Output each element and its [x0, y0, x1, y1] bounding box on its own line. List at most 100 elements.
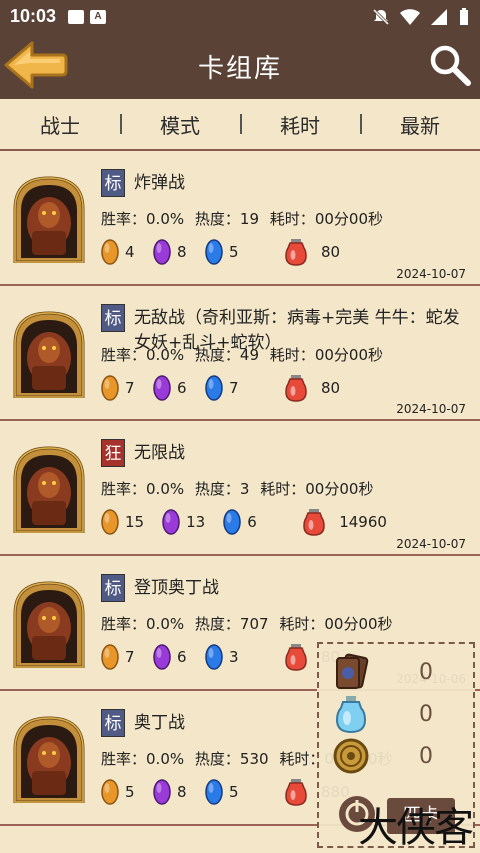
- arrow-left-icon: [4, 41, 68, 89]
- popularity-label: 热度：: [194, 615, 240, 633]
- deck-row[interactable]: 标 无敌战（奇利亚斯：病毒+完美 牛牛：蛇发女妖+乱斗+蛇软） 胜率：0.0% …: [0, 286, 480, 421]
- winrate-value: 0.0%: [146, 480, 185, 498]
- winrate-label: 胜率：: [101, 480, 147, 498]
- legendary-gem-icon: [101, 375, 119, 401]
- deck-date: 2024-10-07: [396, 537, 466, 551]
- epic-count: 6: [177, 379, 187, 397]
- dust-cost: 80: [321, 243, 341, 261]
- cards-count: 0: [419, 659, 433, 685]
- epic-gem-icon: [153, 375, 171, 401]
- dust-jar-icon: [285, 375, 307, 402]
- legendary-gem-icon: [101, 239, 119, 265]
- hero-portrait: [12, 175, 86, 264]
- rare-gem-icon: [205, 239, 223, 265]
- rare-gem-icon: [205, 375, 223, 401]
- mute-icon: [372, 8, 390, 25]
- image-notification-icon: [68, 9, 85, 24]
- popularity-label: 热度：: [194, 210, 240, 228]
- deck-name: 无限战: [134, 443, 185, 463]
- clock: 10:03: [10, 6, 57, 26]
- filter-latest[interactable]: 最新: [360, 110, 480, 139]
- rarity-counts: 5 8 5 880: [101, 778, 350, 806]
- rare-count: 5: [229, 243, 239, 261]
- rare-gem-icon: [205, 779, 223, 805]
- deck-date: 2024-10-07: [396, 402, 466, 416]
- rare-count: 6: [247, 513, 257, 531]
- search-button[interactable]: [428, 43, 472, 87]
- dust-count: 0: [419, 701, 433, 727]
- rarity-counts: 4 8 5 80: [101, 238, 340, 266]
- dust-jar-icon: [285, 644, 307, 671]
- dust-cost: 14960: [339, 513, 387, 531]
- popularity-value: 530: [239, 750, 269, 768]
- warrior-portrait-icon: [13, 581, 85, 669]
- gold-coin-icon: [333, 738, 369, 774]
- popularity-value: 3: [239, 480, 250, 498]
- cards-row: 0: [331, 652, 461, 692]
- epic-count: 6: [177, 648, 187, 666]
- deck-stats: 胜率：0.0% 热度：3 耗时：00分00秒: [101, 478, 373, 499]
- dust-jar-icon: [303, 509, 325, 536]
- deck-date: 2024-10-07: [396, 267, 466, 281]
- dust-jar-icon: [285, 779, 307, 806]
- filter-duration[interactable]: 耗时: [240, 110, 360, 139]
- winrate-label: 胜率：: [101, 210, 147, 228]
- card-back-icon: [336, 653, 369, 689]
- deck-row[interactable]: 狂 无限战 胜率：0.0% 热度：3 耗时：00分00秒 15 13 6 149…: [0, 421, 480, 556]
- battery-icon: [460, 7, 468, 25]
- duration-value: 00分00秒: [314, 346, 383, 364]
- rare-gem-icon: [205, 644, 223, 670]
- watermark: 大侠客: [358, 805, 474, 851]
- filter-class[interactable]: 战士: [0, 110, 120, 139]
- duration-value: 00分00秒: [324, 615, 393, 633]
- warrior-portrait-icon: [13, 176, 85, 264]
- epic-gem-icon: [162, 509, 180, 535]
- winrate-label: 胜率：: [101, 346, 147, 364]
- legendary-gem-icon: [101, 509, 119, 535]
- epic-count: 13: [186, 513, 206, 531]
- gold-row: 0: [331, 736, 461, 776]
- legendary-gem-icon: [101, 779, 119, 805]
- format-badge: 狂: [101, 439, 125, 467]
- app-bar: 卡组库: [0, 33, 480, 99]
- epic-gem-icon: [153, 239, 171, 265]
- rare-count: 7: [229, 379, 239, 397]
- deck-name: 炸弹战: [134, 173, 185, 193]
- rarity-counts: 7 6 7 80: [101, 374, 340, 402]
- epic-gem-icon: [153, 779, 171, 805]
- legendary-count: 7: [125, 379, 135, 397]
- warrior-portrait-icon: [13, 311, 85, 399]
- gold-count: 0: [419, 743, 433, 769]
- format-badge: 标: [101, 709, 125, 737]
- popularity-label: 热度：: [194, 750, 240, 768]
- deck-stats: 胜率：0.0% 热度：49 耗时：00分00秒: [101, 344, 383, 365]
- dust-row: 0: [331, 694, 461, 734]
- wifi-icon: [400, 8, 420, 25]
- a-notification-icon: A: [90, 9, 107, 24]
- warrior-portrait-icon: [13, 716, 85, 804]
- format-badge: 标: [101, 169, 125, 197]
- deck-stats: 胜率：0.0% 热度：707 耗时：00分00秒: [101, 613, 393, 634]
- popularity-label: 热度：: [194, 480, 240, 498]
- signal-icon: [431, 8, 447, 25]
- hero-portrait: [12, 715, 86, 804]
- duration-value: 00分00秒: [305, 480, 374, 498]
- format-badge: 标: [101, 304, 125, 332]
- winrate-label: 胜率：: [101, 615, 147, 633]
- winrate-value: 0.0%: [146, 750, 185, 768]
- hero-portrait: [12, 580, 86, 669]
- deck-row[interactable]: 标 炸弹战 胜率：0.0% 热度：19 耗时：00分00秒 4 8 5 80 2…: [0, 151, 480, 286]
- warrior-portrait-icon: [13, 446, 85, 534]
- popularity-value: 49: [239, 346, 260, 364]
- winrate-value: 0.0%: [146, 346, 185, 364]
- format-badge: 标: [101, 574, 125, 602]
- duration-value: 00分00秒: [314, 210, 383, 228]
- legendary-count: 5: [125, 783, 135, 801]
- hero-portrait: [12, 310, 86, 399]
- filter-mode[interactable]: 模式: [120, 110, 240, 139]
- legendary-gem-icon: [101, 644, 119, 670]
- winrate-value: 0.0%: [146, 615, 185, 633]
- page-title: 卡组库: [197, 53, 282, 84]
- winrate-value: 0.0%: [146, 210, 185, 228]
- back-button[interactable]: [2, 39, 68, 91]
